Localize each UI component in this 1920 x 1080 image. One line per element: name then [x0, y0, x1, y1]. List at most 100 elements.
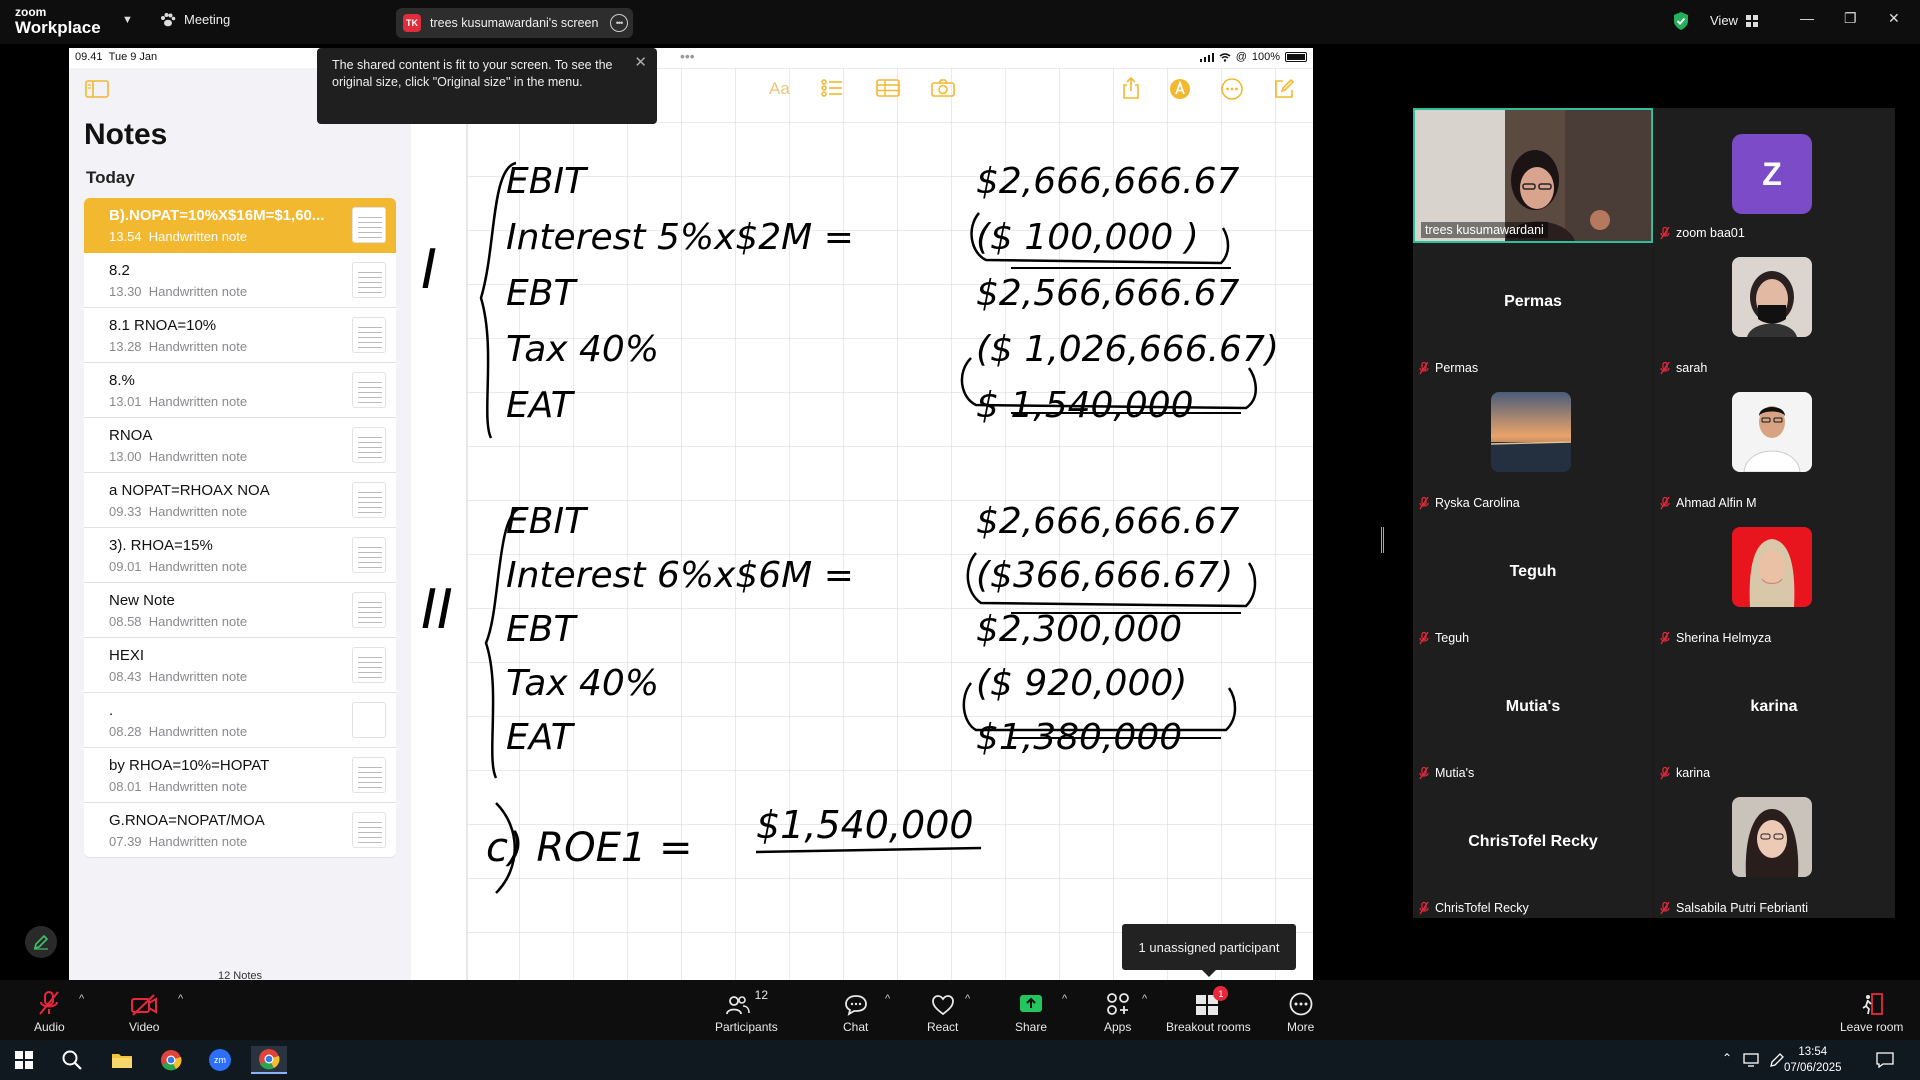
close-icon[interactable]: ✕: [1888, 10, 1900, 27]
participant-tile[interactable]: Salsabila Putri Febrianti: [1654, 783, 1894, 918]
participant-name-tag: karina: [1660, 766, 1710, 780]
more-options-icon[interactable]: •••: [610, 14, 628, 32]
section-1-label: I: [421, 238, 437, 301]
apps-button[interactable]: Apps: [1104, 988, 1131, 1034]
note-thumbnail: [352, 427, 386, 463]
participant-tile[interactable]: Teguh Teguh: [1413, 513, 1653, 648]
participant-tile[interactable]: Permas Permas: [1413, 243, 1653, 378]
sharer-initials-badge: TK: [403, 14, 421, 32]
participant-photo: [1732, 257, 1812, 337]
sidebar-toggle-icon[interactable]: [85, 80, 109, 98]
note-list-item[interactable]: . 08.28 Handwritten note: [84, 693, 396, 748]
breakout-rooms-button[interactable]: 1 Breakout rooms: [1166, 986, 1251, 1034]
chat-options-caret-icon[interactable]: ^: [885, 993, 890, 1005]
fit-to-screen-tooltip: The shared content is fit to your screen…: [317, 48, 657, 124]
video-button[interactable]: Video: [129, 988, 159, 1034]
note-list-item[interactable]: 3). RHOA=15% 09.01 Handwritten note: [84, 528, 396, 583]
participant-gallery: trees kusumawardani Zzoom baa01 Permas Perm…: [1413, 108, 1895, 918]
share-icon[interactable]: [1121, 77, 1141, 99]
chrome-icon[interactable]: [153, 1046, 189, 1074]
share-button[interactable]: Share: [1015, 988, 1047, 1034]
react-options-caret-icon[interactable]: ^: [965, 993, 970, 1005]
note-canvas[interactable]: I EBIT $2,666,666.67 Interest 5%x$2M = ($ 1…: [411, 68, 1313, 980]
note-list-item[interactable]: 8.2 13.30 Handwritten note: [84, 253, 396, 308]
muted-mic-icon: [1660, 901, 1670, 914]
pen-tray-icon[interactable]: [1769, 1052, 1785, 1068]
zoom-app-icon[interactable]: zm: [202, 1046, 238, 1074]
screen-share-indicator[interactable]: TK trees kusumawardani's screen •••: [396, 8, 633, 38]
view-label: View: [1710, 13, 1738, 28]
note-time: 09.33: [109, 504, 142, 519]
zoom-logo: zoom Workplace: [15, 6, 101, 36]
muted-mic-icon: [1660, 226, 1670, 239]
participant-tile[interactable]: Zzoom baa01: [1654, 108, 1894, 243]
note-list-item[interactable]: 8.1 RNOA=10% 13.28 Handwritten note: [84, 308, 396, 363]
compose-icon[interactable]: [1273, 78, 1295, 100]
muted-mic-icon: [1419, 631, 1429, 644]
participant-name: Mutia's: [1435, 766, 1475, 780]
search-icon[interactable]: [54, 1046, 90, 1074]
note-thumbnail: [352, 207, 386, 243]
tray-chevron-icon[interactable]: ⌃: [1722, 1051, 1732, 1065]
taskbar-clock[interactable]: 13:54 07/06/2025: [1784, 1044, 1842, 1076]
more-circle-icon[interactable]: [1221, 78, 1243, 100]
note-kind: Handwritten note: [148, 559, 248, 574]
security-shield-icon[interactable]: [1672, 11, 1690, 31]
annotate-button[interactable]: [25, 926, 57, 958]
participant-tile[interactable]: Sherina Helmyza: [1654, 513, 1894, 648]
meeting-button[interactable]: Meeting: [160, 12, 230, 27]
participant-name: karina: [1676, 766, 1711, 780]
handwritten-note[interactable]: I EBIT $2,666,666.67 Interest 5%x$2M = ($ 1…: [411, 68, 1313, 980]
participant-tile[interactable]: Ahmad Alfin M: [1654, 378, 1894, 513]
leave-room-button[interactable]: Leave room: [1840, 988, 1903, 1034]
note-list-item[interactable]: RNOA 13.00 Handwritten note: [84, 418, 396, 473]
file-explorer-icon[interactable]: [104, 1046, 140, 1074]
camera-icon[interactable]: [931, 79, 955, 97]
markup-pen-icon[interactable]: [1169, 78, 1191, 100]
minimize-icon[interactable]: —: [1800, 10, 1814, 26]
resize-handle[interactable]: [1381, 527, 1384, 553]
participant-tile[interactable]: sarah: [1654, 243, 1894, 378]
audio-button[interactable]: Audio: [34, 988, 65, 1034]
note-thumbnail: [352, 372, 386, 408]
video-options-caret-icon[interactable]: ^: [178, 993, 183, 1005]
note-time: 08.43: [109, 669, 142, 684]
participant-tile[interactable]: Mutia's Mutia's: [1413, 648, 1653, 783]
note-list-item[interactable]: HEXI 08.43 Handwritten note: [84, 638, 396, 693]
table-icon[interactable]: [876, 79, 900, 97]
windows-start-icon[interactable]: [6, 1046, 42, 1074]
more-button[interactable]: More: [1287, 988, 1314, 1034]
chevron-down-icon[interactable]: ▼: [122, 14, 133, 26]
multitask-dots-icon: •••: [680, 48, 695, 64]
participant-tile[interactable]: ChrisTofel Recky ChrisTofel Recky: [1413, 783, 1653, 918]
note-list-item[interactable]: 8.% 13.01 Handwritten note: [84, 363, 396, 418]
network-icon[interactable]: [1743, 1053, 1761, 1067]
tooltip-close-icon[interactable]: ✕: [634, 54, 647, 71]
note-time: 08.01: [109, 779, 142, 794]
chat-button[interactable]: Chat: [843, 988, 868, 1034]
participant-tile[interactable]: karina karina: [1654, 648, 1894, 783]
ipad-time: 09.41: [75, 51, 103, 63]
react-button[interactable]: React: [927, 988, 958, 1034]
notifications-icon[interactable]: [1876, 1052, 1894, 1068]
participant-name-tag: sarah: [1660, 361, 1707, 375]
audio-options-caret-icon[interactable]: ^: [79, 993, 84, 1005]
participants-button[interactable]: 12 Participants: [715, 988, 778, 1034]
view-button[interactable]: View: [1710, 13, 1758, 28]
text-format-icon[interactable]: Aa: [769, 79, 790, 99]
apps-options-caret-icon[interactable]: ^: [1142, 993, 1147, 1005]
note-meta: 13.01 Handwritten note: [109, 394, 247, 409]
note-thumbnail: [352, 537, 386, 573]
note-list-item[interactable]: by RHOA=10%=HOPAT 08.01 Handwritten note: [84, 748, 396, 803]
note-list-item[interactable]: B).NOPAT=10%X$16M=$1,60... 13.54 Handwrit…: [84, 198, 396, 253]
chrome-active-icon[interactable]: [251, 1046, 287, 1074]
checklist-icon[interactable]: [821, 79, 843, 97]
note-list-item[interactable]: G.RNOA=NOPAT/MOA 07.39 Handwritten note: [84, 803, 396, 858]
more-icon: [1289, 992, 1313, 1016]
note-list-item[interactable]: New Note 08.58 Handwritten note: [84, 583, 396, 638]
participant-tile[interactable]: trees kusumawardani: [1413, 108, 1653, 243]
participant-tile[interactable]: Ryska Carolina: [1413, 378, 1653, 513]
note-list-item[interactable]: a NOPAT=RHOAX NOA 09.33 Handwritten note: [84, 473, 396, 528]
share-options-caret-icon[interactable]: ^: [1062, 993, 1067, 1005]
restore-icon[interactable]: ❐: [1844, 10, 1857, 27]
